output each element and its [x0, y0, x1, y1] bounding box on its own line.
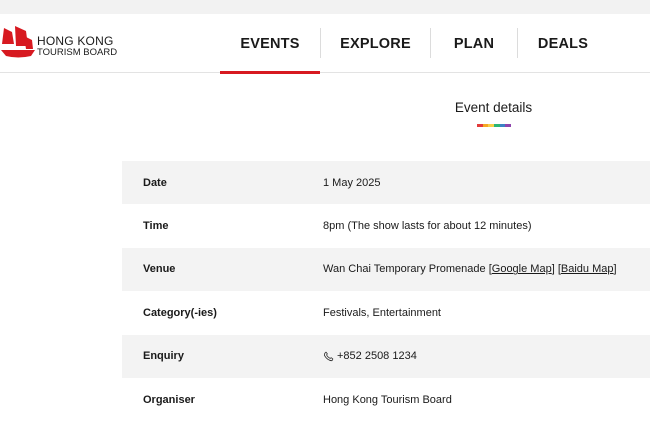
detail-row-time: Time 8pm (The show lasts for about 12 mi… [122, 204, 650, 247]
nav-events[interactable]: EVENTS [220, 14, 320, 74]
junk-boat-icon [1, 26, 35, 58]
enquiry-label: Enquiry [143, 350, 184, 363]
category-label: Category(-ies) [143, 306, 217, 319]
time-value: 8pm (The show lasts for about 12 minutes… [323, 220, 532, 233]
logo-wordmark: HONG KONG TOURISM BOARD [37, 34, 118, 58]
venue-label: Venue [143, 263, 176, 276]
enquiry-phone-number: +852 2508 1234 [337, 350, 417, 363]
event-details-table: Date 1 May 2025 Time 8pm (The show lasts… [122, 161, 650, 421]
time-label: Time [143, 220, 169, 233]
organiser-value: Hong Kong Tourism Board [323, 393, 452, 406]
venue-value: Wan Chai Temporary Promenade [Google Map… [323, 263, 617, 276]
baidu-map-link[interactable]: Baidu Map [561, 263, 614, 275]
category-value: Festivals, Entertainment [323, 306, 441, 319]
section-title: Event details [454, 100, 533, 115]
rainbow-segment [505, 124, 512, 127]
nav-deals[interactable]: DEALS [518, 14, 608, 73]
google-map-link[interactable]: Google Map [492, 263, 552, 275]
detail-row-date: Date 1 May 2025 [122, 161, 650, 205]
phone-icon [323, 351, 334, 361]
detail-row-category: Category(-ies) Festivals, Entertainment [122, 291, 650, 334]
venue-name: Wan Chai Temporary Promenade [323, 263, 486, 276]
detail-row-venue: Venue Wan Chai Temporary Promenade [Goog… [122, 247, 650, 292]
date-value: 1 May 2025 [323, 176, 381, 189]
enquiry-value[interactable]: +852 2508 1234 [323, 350, 417, 362]
detail-row-organiser: Organiser Hong Kong Tourism Board [122, 378, 650, 421]
logo-line-1: HONG KONG [37, 34, 114, 48]
nav-explore[interactable]: EXPLORE [321, 14, 430, 73]
logo-line-2: TOURISM BOARD [37, 47, 118, 58]
top-utility-strip [0, 0, 650, 14]
title-rainbow-underline [477, 124, 512, 127]
nav-plan[interactable]: PLAN [431, 14, 517, 73]
site-header: HONG KONG TOURISM BOARD EVENTS EXPLORE P… [0, 14, 650, 74]
organiser-label: Organiser [143, 393, 195, 406]
detail-row-enquiry: Enquiry +852 2508 1234 [122, 334, 650, 378]
hktb-logo[interactable]: HONG KONG TOURISM BOARD [0, 22, 120, 62]
date-label: Date [143, 176, 167, 189]
